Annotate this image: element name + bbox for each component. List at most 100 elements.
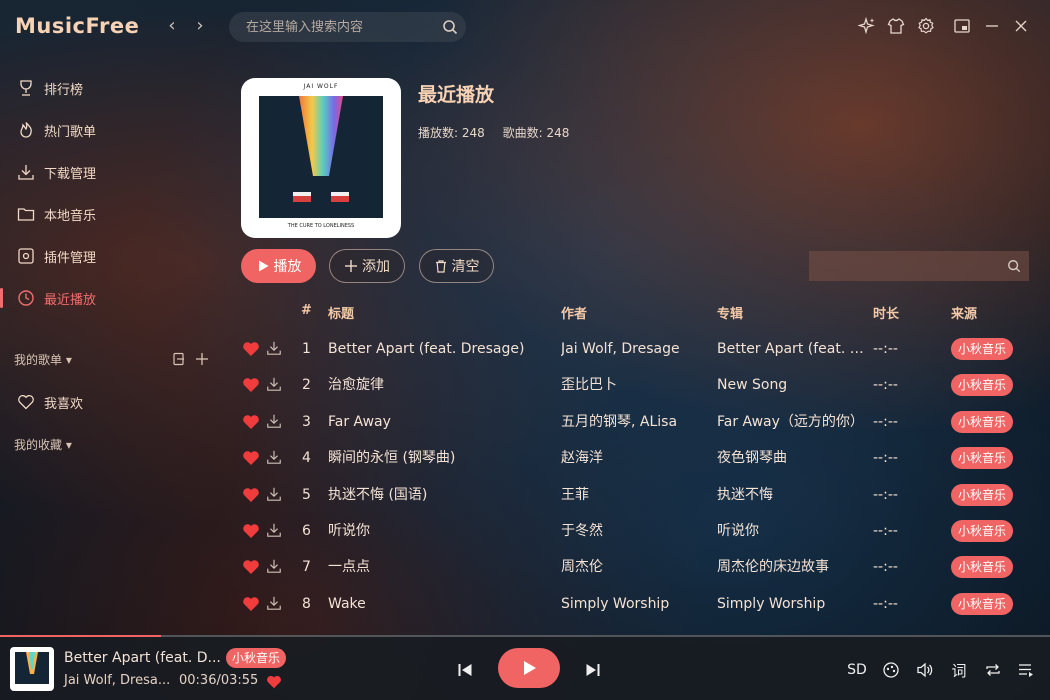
back-button[interactable]: ‹ — [162, 14, 182, 38]
import-playlist-icon[interactable] — [172, 351, 188, 367]
favorite-heart-icon[interactable] — [242, 376, 260, 394]
clock-icon — [15, 287, 37, 309]
forward-button[interactable]: › — [190, 14, 210, 38]
row-title: 治愈旋律 — [328, 377, 384, 394]
search-input[interactable] — [244, 18, 442, 36]
sidebar-item-downloads[interactable]: 下载管理 — [0, 154, 200, 190]
row-duration: --:-- — [873, 559, 898, 576]
mini-mode-icon[interactable] — [950, 14, 974, 38]
download-icon[interactable] — [266, 486, 284, 504]
table-row[interactable]: 5 执迷不悔 (国语) 王菲 执迷不悔 --:-- 小秋音乐 — [200, 477, 1050, 513]
row-title: Far Away — [328, 413, 391, 430]
source-tag: 小秋音乐 — [951, 592, 1014, 615]
list-filter-input[interactable] — [817, 258, 1007, 274]
row-duration: --:-- — [873, 595, 898, 612]
my-playlists-toggle[interactable]: 我的歌单 ▾ — [14, 351, 72, 368]
playlist-queue-icon[interactable] — [1014, 658, 1038, 682]
play-icon — [520, 659, 538, 677]
sidebar-item-label: 本地音乐 — [44, 208, 97, 224]
table-row[interactable]: 1 Better Apart (feat. Dresage) Jai Wolf, D… — [200, 331, 1050, 367]
col-title: 标题 — [328, 307, 355, 322]
search-icon[interactable] — [442, 19, 458, 35]
sparkle-icon[interactable] — [855, 14, 879, 38]
sidebar-item-label: 排行榜 — [44, 82, 84, 98]
row-artist: 赵海洋 — [561, 450, 603, 467]
row-index: 6 — [302, 523, 311, 539]
row-duration: --:-- — [873, 486, 898, 503]
close-icon[interactable] — [1009, 14, 1033, 38]
download-icon[interactable] — [266, 595, 284, 613]
minimize-icon[interactable] — [980, 14, 1004, 38]
row-album: Simply Worship — [717, 595, 826, 612]
add-label: 添加 — [362, 259, 390, 275]
play-pause-button[interactable] — [498, 648, 560, 688]
source-tag: 小秋音乐 — [951, 556, 1014, 579]
volume-icon[interactable] — [913, 658, 937, 682]
repeat-icon[interactable] — [981, 658, 1005, 682]
now-playing-artist[interactable]: Jai Wolf, Dresa... — [64, 673, 170, 688]
row-artist: 五月的钢琴, ALisa — [561, 413, 678, 430]
row-duration: --:-- — [873, 377, 898, 394]
row-album: New Song — [717, 377, 788, 394]
caret-down-icon: ▾ — [65, 438, 72, 452]
my-collections-toggle[interactable]: 我的收藏 ▾ — [14, 436, 72, 453]
col-source: 来源 — [951, 307, 978, 322]
next-track-icon[interactable] — [583, 660, 603, 680]
favorite-heart-icon[interactable] — [265, 673, 283, 691]
sidebar-item-charts[interactable]: 排行榜 — [0, 70, 200, 106]
play-all-button[interactable]: 播放 — [241, 249, 316, 283]
sound-effect-icon[interactable] — [879, 658, 903, 682]
sidebar-item-plugins[interactable]: 插件管理 — [0, 238, 200, 274]
play-all-label: 播放 — [273, 259, 302, 275]
now-playing-title[interactable]: Better Apart (feat. D... — [64, 650, 221, 666]
favorite-heart-icon[interactable] — [242, 413, 260, 431]
row-album: 听说你 — [717, 523, 759, 539]
sidebar-item-recent[interactable]: 最近播放 — [0, 280, 200, 316]
download-icon[interactable] — [266, 558, 284, 576]
download-icon[interactable] — [266, 449, 284, 467]
play-count: 播放数: 248 — [418, 126, 485, 140]
row-duration: --:-- — [873, 450, 898, 467]
sidebar-item-local-music[interactable]: 本地音乐 — [0, 196, 200, 232]
search-bar — [229, 12, 466, 42]
favorite-heart-icon[interactable] — [242, 522, 260, 540]
table-row[interactable]: 4 瞬间的永恒 (钢琴曲) 赵海洋 夜色钢琴曲 --:-- 小秋音乐 — [200, 440, 1050, 476]
col-index: # — [301, 303, 312, 318]
now-playing-cover[interactable] — [10, 647, 54, 691]
favorite-heart-icon[interactable] — [242, 340, 260, 358]
row-artist: 周杰伦 — [561, 559, 603, 576]
caret-down-icon: ▾ — [65, 353, 72, 367]
favorite-heart-icon[interactable] — [242, 449, 260, 467]
favorite-heart-icon[interactable] — [242, 558, 260, 576]
page-title: 最近播放 — [418, 84, 495, 106]
quality-button[interactable]: SD — [845, 658, 869, 682]
trash-icon — [434, 259, 448, 273]
sidebar-item-favorites[interactable]: 我喜欢 — [0, 384, 200, 420]
table-row[interactable]: 3 Far Away 五月的钢琴, ALisa Far Away（远方的你） --:--… — [200, 404, 1050, 440]
lyrics-button[interactable]: 词 — [947, 658, 971, 682]
previous-track-icon[interactable] — [455, 660, 475, 680]
table-row[interactable]: 7 一点点 周杰伦 周杰伦的床边故事 --:-- 小秋音乐 — [200, 549, 1050, 585]
table-row[interactable]: 2 治愈旋律 歪比巴卜 New Song --:-- 小秋音乐 — [200, 367, 1050, 403]
download-icon[interactable] — [266, 522, 284, 540]
plugin-icon — [15, 245, 37, 267]
play-icon — [256, 259, 270, 273]
plus-icon — [344, 259, 358, 273]
search-icon[interactable] — [1007, 259, 1021, 273]
row-artist: 王菲 — [561, 486, 589, 503]
theme-shirt-icon[interactable] — [884, 14, 908, 38]
download-icon[interactable] — [266, 376, 284, 394]
row-artist: 于冬然 — [561, 523, 603, 539]
table-row[interactable]: 8 Wake Simply Worship Simply Worship --:-- 小秋… — [200, 586, 1050, 622]
sidebar-item-hot-playlists[interactable]: 热门歌单 — [0, 112, 200, 148]
favorite-heart-icon[interactable] — [242, 595, 260, 613]
favorite-heart-icon[interactable] — [242, 486, 260, 504]
add-button[interactable]: 添加 — [329, 249, 405, 283]
download-icon[interactable] — [266, 413, 284, 431]
source-tag: 小秋音乐 — [951, 374, 1014, 397]
playlist-cover: JAI WOLF THE CURE TO LONELINESS — [241, 78, 401, 238]
download-icon[interactable] — [266, 340, 284, 358]
table-row[interactable]: 6 听说你 于冬然 听说你 --:-- 小秋音乐 — [200, 513, 1050, 549]
clear-button[interactable]: 清空 — [419, 249, 494, 283]
settings-gear-icon[interactable] — [914, 14, 938, 38]
